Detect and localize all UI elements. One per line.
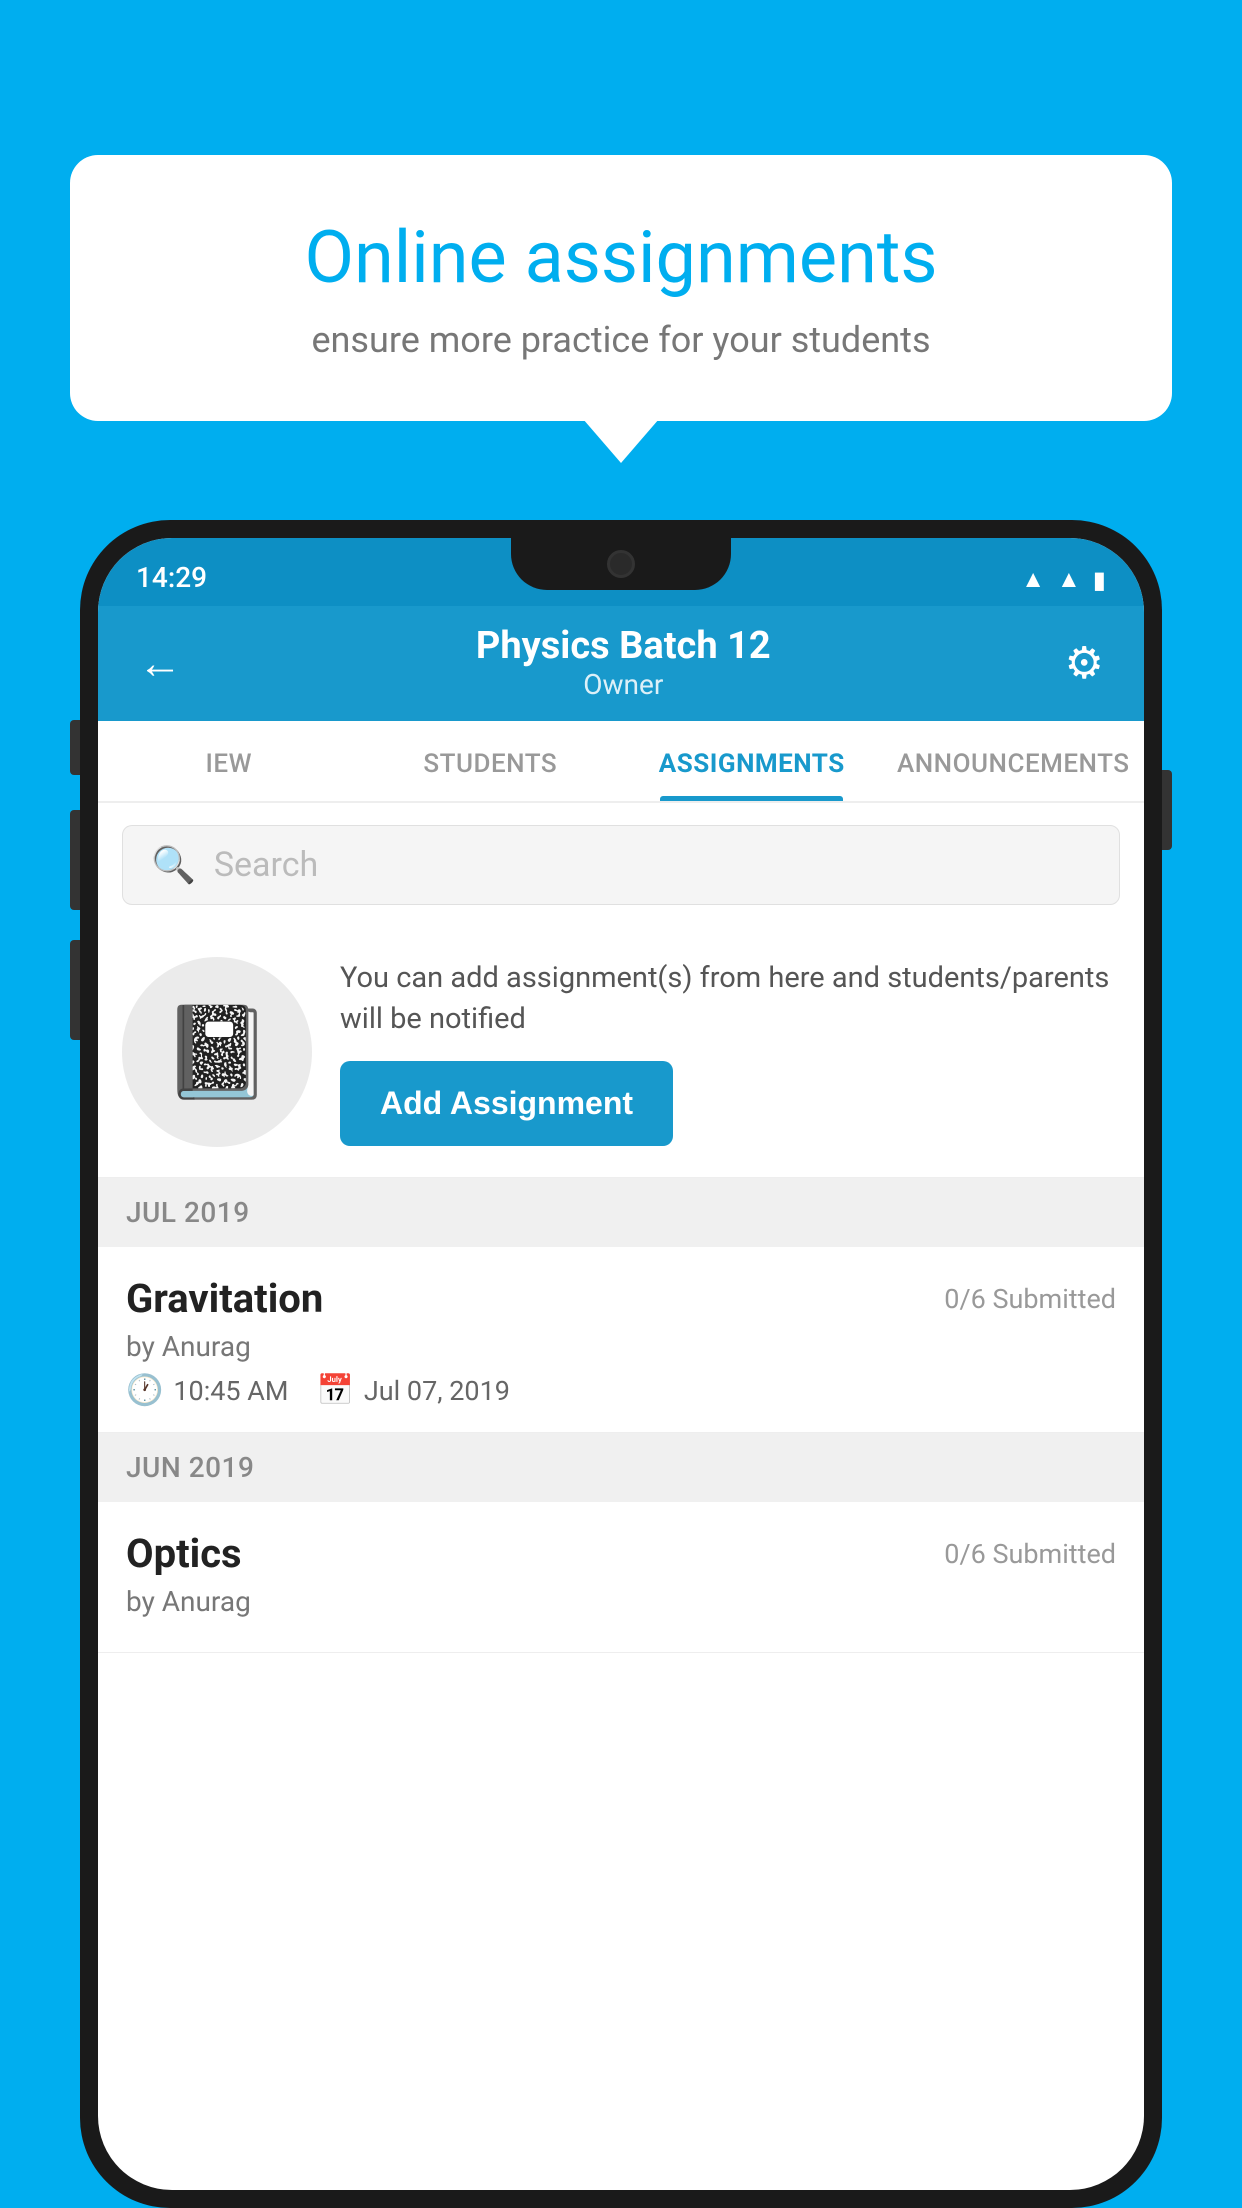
phone-notch — [511, 538, 731, 590]
assignment-promo-text: You can add assignment(s) from here and … — [340, 958, 1120, 1146]
search-bar[interactable]: 🔍 Search — [122, 825, 1120, 905]
tabs-bar: IEW STUDENTS ASSIGNMENTS ANNOUNCEMENTS — [98, 721, 1144, 803]
back-button[interactable]: ← — [138, 637, 182, 689]
search-icon: 🔍 — [151, 844, 196, 886]
assignment-icon-circle: 📓 — [122, 957, 312, 1147]
submitted-count-optics: 0/6 Submitted — [944, 1538, 1116, 1570]
status-icons: ▲ ▲ ▮ — [1021, 565, 1106, 594]
time-meta: 🕐 10:45 AM — [126, 1373, 288, 1408]
assignment-date: Jul 07, 2019 — [364, 1375, 510, 1407]
calendar-icon: 📅 — [316, 1373, 353, 1408]
status-time: 14:29 — [136, 561, 207, 594]
speech-bubble: Online assignments ensure more practice … — [70, 155, 1172, 421]
search-placeholder: Search — [214, 845, 318, 885]
submitted-count: 0/6 Submitted — [944, 1283, 1116, 1315]
section-header-jun: JUN 2019 — [98, 1433, 1144, 1502]
tab-overview[interactable]: IEW — [98, 721, 360, 801]
add-assignment-promo: 📓 You can add assignment(s) from here an… — [98, 927, 1144, 1178]
batch-title: Physics Batch 12 — [476, 624, 771, 668]
tab-students[interactable]: STUDENTS — [360, 721, 622, 801]
add-assignment-button[interactable]: Add Assignment — [340, 1061, 673, 1146]
speech-bubble-subtitle: ensure more practice for your students — [140, 319, 1102, 361]
power-button — [1162, 770, 1172, 850]
volume-silent-button — [70, 720, 80, 775]
volume-up-button — [70, 810, 80, 910]
assignment-top-row-optics: Optics 0/6 Submitted — [126, 1530, 1116, 1577]
battery-icon: ▮ — [1093, 566, 1106, 594]
assignment-gravitation[interactable]: Gravitation 0/6 Submitted by Anurag 🕐 10… — [98, 1247, 1144, 1433]
assignment-meta: 🕐 10:45 AM 📅 Jul 07, 2019 — [126, 1373, 1116, 1408]
tab-announcements[interactable]: ANNOUNCEMENTS — [883, 721, 1145, 801]
assignment-author-optics: by Anurag — [126, 1585, 1116, 1618]
phone-mockup: 14:29 ▲ ▲ ▮ ← Physics Batch 12 Owner ⚙ I… — [80, 520, 1162, 2208]
search-container: 🔍 Search — [98, 803, 1144, 927]
signal-icon: ▲ — [1057, 565, 1081, 594]
notebook-icon: 📓 — [161, 1000, 273, 1105]
clock-icon: 🕐 — [126, 1373, 163, 1408]
owner-label: Owner — [476, 668, 771, 701]
header-center: Physics Batch 12 Owner — [476, 624, 771, 701]
assignment-time: 10:45 AM — [173, 1375, 288, 1407]
date-meta: 📅 Jul 07, 2019 — [316, 1373, 509, 1408]
speech-bubble-container: Online assignments ensure more practice … — [70, 155, 1172, 421]
assignment-optics[interactable]: Optics 0/6 Submitted by Anurag — [98, 1502, 1144, 1653]
settings-icon[interactable]: ⚙ — [1065, 637, 1104, 689]
section-header-jul: JUL 2019 — [98, 1178, 1144, 1247]
phone-outer-shell: 14:29 ▲ ▲ ▮ ← Physics Batch 12 Owner ⚙ I… — [80, 520, 1162, 2208]
assignment-top-row: Gravitation 0/6 Submitted — [126, 1275, 1116, 1322]
front-camera — [607, 550, 635, 578]
volume-down-button — [70, 940, 80, 1040]
assignment-name: Gravitation — [126, 1275, 323, 1322]
app-header: ← Physics Batch 12 Owner ⚙ — [98, 606, 1144, 721]
speech-bubble-title: Online assignments — [140, 215, 1102, 301]
assignment-author: by Anurag — [126, 1330, 1116, 1363]
wifi-icon: ▲ — [1021, 565, 1045, 594]
tab-assignments[interactable]: ASSIGNMENTS — [621, 721, 883, 801]
promo-description: You can add assignment(s) from here and … — [340, 958, 1120, 1039]
phone-screen: 14:29 ▲ ▲ ▮ ← Physics Batch 12 Owner ⚙ I… — [98, 538, 1144, 2190]
assignment-name-optics: Optics — [126, 1530, 242, 1577]
